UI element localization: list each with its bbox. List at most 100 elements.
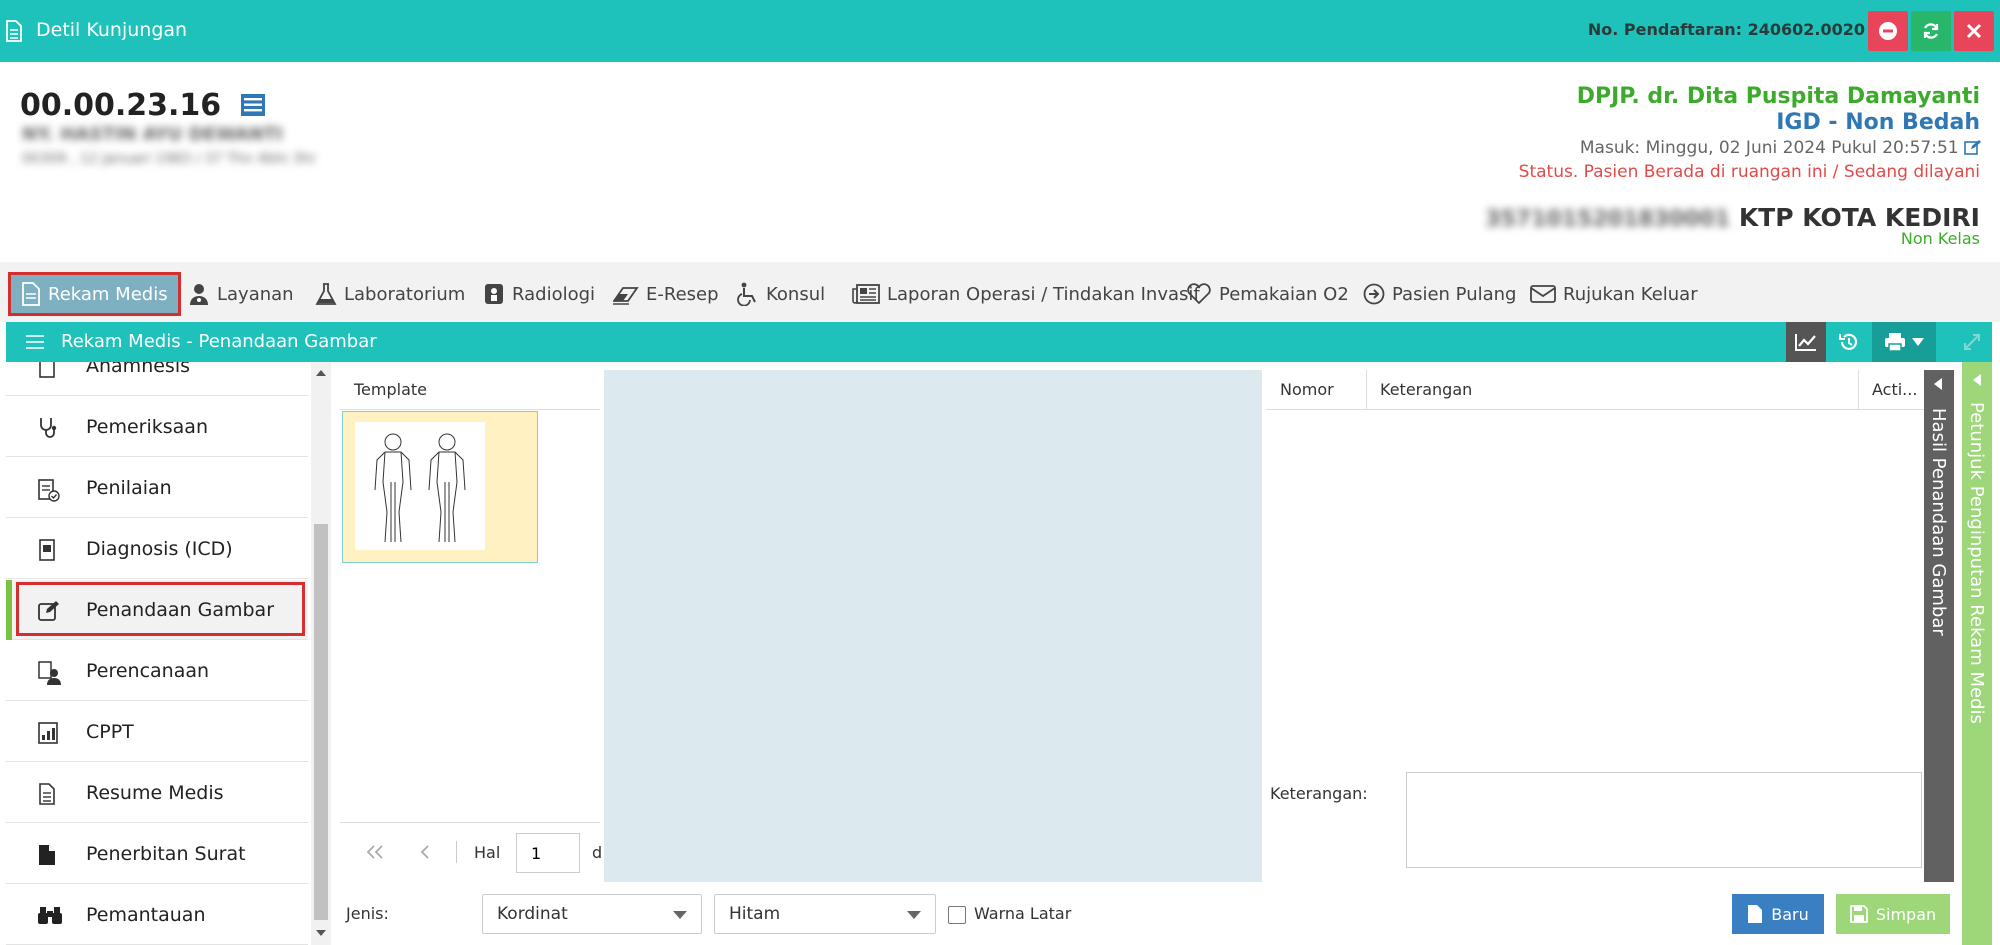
stethoscope-icon	[40, 418, 57, 438]
refresh-button[interactable]	[1911, 11, 1951, 51]
chevron-down-icon	[907, 911, 921, 919]
menu-item-cppt[interactable]: CPPT	[6, 702, 308, 762]
side-tab-label: Hasil Penandaan Gambar	[1928, 408, 1949, 636]
nik-number: 3571015201830001	[1485, 207, 1731, 232]
chart-button[interactable]	[1786, 322, 1826, 362]
document-icon	[6, 20, 22, 42]
body-diagram-thumbnail	[355, 422, 485, 550]
tab-bar: Rekam Medis Layanan Laboratorium Radiolo…	[0, 262, 2000, 322]
hamburger-icon[interactable]	[26, 334, 44, 350]
edit-icon[interactable]	[1964, 139, 1982, 155]
results-panel: Nomor Keterangan Acti... Keterangan:	[1262, 370, 1924, 882]
print-dropdown-button[interactable]	[1872, 322, 1936, 362]
arrow-circle-right-icon	[1363, 283, 1385, 305]
edit-icon	[38, 601, 59, 621]
col-divider	[1366, 370, 1367, 410]
first-page-icon[interactable]	[366, 845, 384, 859]
chart-file-icon	[38, 722, 58, 744]
file-icon	[1748, 905, 1763, 923]
warna-latar-checkbox[interactable]	[948, 906, 966, 924]
class-info: Non Kelas	[1900, 229, 1980, 248]
pager-suffix: d	[592, 843, 603, 862]
tab-layanan[interactable]: Layanan	[188, 272, 294, 316]
status-text: Status. Pasien Berada di ruangan ini / S…	[1518, 162, 1980, 182]
scrollbar-thumb[interactable]	[314, 524, 328, 920]
left-menu-scrollbar[interactable]	[311, 362, 331, 945]
tab-pasien-pulang[interactable]: Pasien Pulang	[1363, 272, 1516, 316]
minus-circle-icon	[1879, 22, 1897, 40]
close-icon	[1966, 23, 1982, 39]
col-nomor: Nomor	[1280, 380, 1334, 399]
simpan-button[interactable]: Simpan	[1836, 894, 1950, 934]
warna-latar-label: Warna Latar	[974, 904, 1072, 923]
tab-laporan-operasi[interactable]: Laporan Operasi / Tindakan Invasif	[852, 272, 1200, 316]
color-select[interactable]: Hitam	[714, 894, 936, 934]
unit-name: IGD - Non Bedah	[1776, 110, 1980, 135]
printer-icon	[1885, 333, 1905, 352]
jenis-select[interactable]: Kordinat	[482, 894, 702, 934]
results-table-header: Nomor Keterangan Acti...	[1266, 370, 1924, 410]
bottom-toolbar: Jenis: Kordinat Hitam Warna Latar Baru S…	[336, 884, 1956, 945]
ktp-info: 3571015201830001 KTP KOTA KEDIRI	[1485, 203, 1980, 232]
user-doctor-icon	[190, 284, 208, 305]
close-button[interactable]	[1954, 11, 1994, 51]
eraser-icon	[613, 287, 639, 305]
envelope-icon	[1530, 285, 1556, 303]
save-icon	[1849, 905, 1868, 923]
registration-number: No. Pendaftaran: 240602.0020	[1587, 20, 1865, 39]
caret-left-icon	[1934, 378, 1942, 390]
refresh-icon	[1923, 23, 1939, 39]
tab-laboratorium[interactable]: Laboratorium	[315, 272, 465, 316]
expand-icon	[1964, 334, 1980, 350]
drawing-canvas[interactable]	[604, 370, 1262, 882]
template-pager: Hal d	[340, 822, 603, 880]
scroll-down-icon	[316, 930, 326, 936]
minimize-button[interactable]	[1868, 11, 1908, 51]
caret-left-icon	[1973, 374, 1981, 386]
page-input[interactable]	[516, 833, 580, 873]
help-tab-label: Petunjuk Penginputan Rekam Medis	[1966, 402, 1987, 724]
template-panel: Template Hal d	[340, 370, 604, 880]
expand-button[interactable]	[1952, 322, 1992, 362]
tab-radiologi[interactable]: Radiologi	[483, 272, 595, 316]
menu-item-penandaan-gambar[interactable]: Penandaan Gambar	[6, 580, 308, 640]
template-item[interactable]	[342, 411, 538, 563]
tab-rekam-medis[interactable]: Rekam Medis	[8, 272, 181, 316]
menu-item-penilaian[interactable]: Penilaian	[6, 458, 308, 518]
list-icon[interactable]	[240, 93, 266, 117]
xray-icon	[485, 284, 503, 304]
pager-divider	[456, 841, 457, 863]
left-menu: Anamnesis Pemeriksaan Penilaian Diagnosi…	[6, 362, 308, 945]
line-chart-icon	[1795, 334, 1816, 351]
clipboard-icon	[39, 362, 55, 378]
menu-item-perencanaan[interactable]: Perencanaan	[6, 641, 308, 701]
col-keterangan: Keterangan	[1380, 380, 1473, 399]
hasil-penandaan-side-tab[interactable]: Hasil Penandaan Gambar	[1924, 370, 1954, 882]
menu-item-diagnosis[interactable]: Diagnosis (ICD)	[6, 519, 308, 579]
menu-item-pemantauan[interactable]: Pemantauan	[6, 885, 308, 945]
menu-item-anamnesis[interactable]: Anamnesis	[6, 362, 308, 396]
template-header: Template	[340, 370, 600, 410]
prev-page-icon[interactable]	[420, 845, 430, 859]
menu-item-resume-medis[interactable]: Resume Medis	[6, 763, 308, 823]
window-title: Detil Kunjungan	[36, 19, 188, 41]
keterangan-textarea[interactable]	[1406, 772, 1922, 868]
patient-id: 00.00.23.16	[20, 88, 266, 123]
entry-time: Masuk: Minggu, 02 Juni 2024 Pukul 20:57:…	[1580, 138, 1982, 158]
chevron-down-icon	[673, 911, 687, 919]
keterangan-label: Keterangan:	[1270, 784, 1368, 803]
patient-dob: 00309 , 12 Januari 1983 / 37 Thn 4bln 3h…	[22, 151, 317, 167]
panel-title: Rekam Medis - Penandaan Gambar	[61, 331, 377, 352]
menu-item-pemeriksaan[interactable]: Pemeriksaan	[6, 397, 308, 457]
menu-item-penerbitan-surat[interactable]: Penerbitan Surat	[6, 824, 308, 884]
tab-rujukan-keluar[interactable]: Rujukan Keluar	[1530, 272, 1698, 316]
panel-header: Rekam Medis - Penandaan Gambar	[6, 322, 1992, 362]
tab-konsul[interactable]: Konsul	[737, 272, 825, 316]
baru-button[interactable]: Baru	[1732, 894, 1824, 934]
history-button[interactable]	[1829, 322, 1869, 362]
patient-name: NY. HASTIN AYU DEWANTI	[22, 124, 283, 145]
petunjuk-side-tab[interactable]: Petunjuk Penginputan Rekam Medis	[1962, 362, 1992, 945]
heart-icon	[1187, 283, 1211, 305]
tab-pemakaian-o2[interactable]: Pemakaian O2	[1186, 272, 1349, 316]
tab-e-resep[interactable]: E-Resep	[613, 272, 719, 316]
